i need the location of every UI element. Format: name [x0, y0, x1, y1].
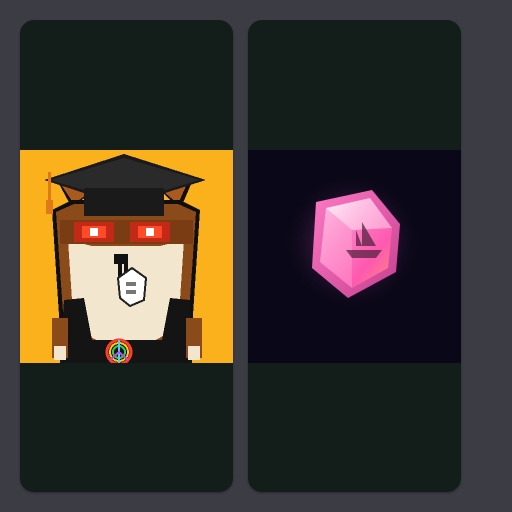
nft-card-shiba[interactable]: [20, 20, 233, 492]
nft-card-gem[interactable]: [248, 20, 461, 492]
card-gallery: [0, 0, 512, 512]
peace-sign-icon: [105, 338, 133, 363]
dog-left-eye: [74, 222, 114, 242]
nft-image-gem[interactable]: [248, 150, 461, 363]
nft-image-shiba[interactable]: [20, 150, 233, 363]
dog-right-eye: [130, 222, 170, 242]
